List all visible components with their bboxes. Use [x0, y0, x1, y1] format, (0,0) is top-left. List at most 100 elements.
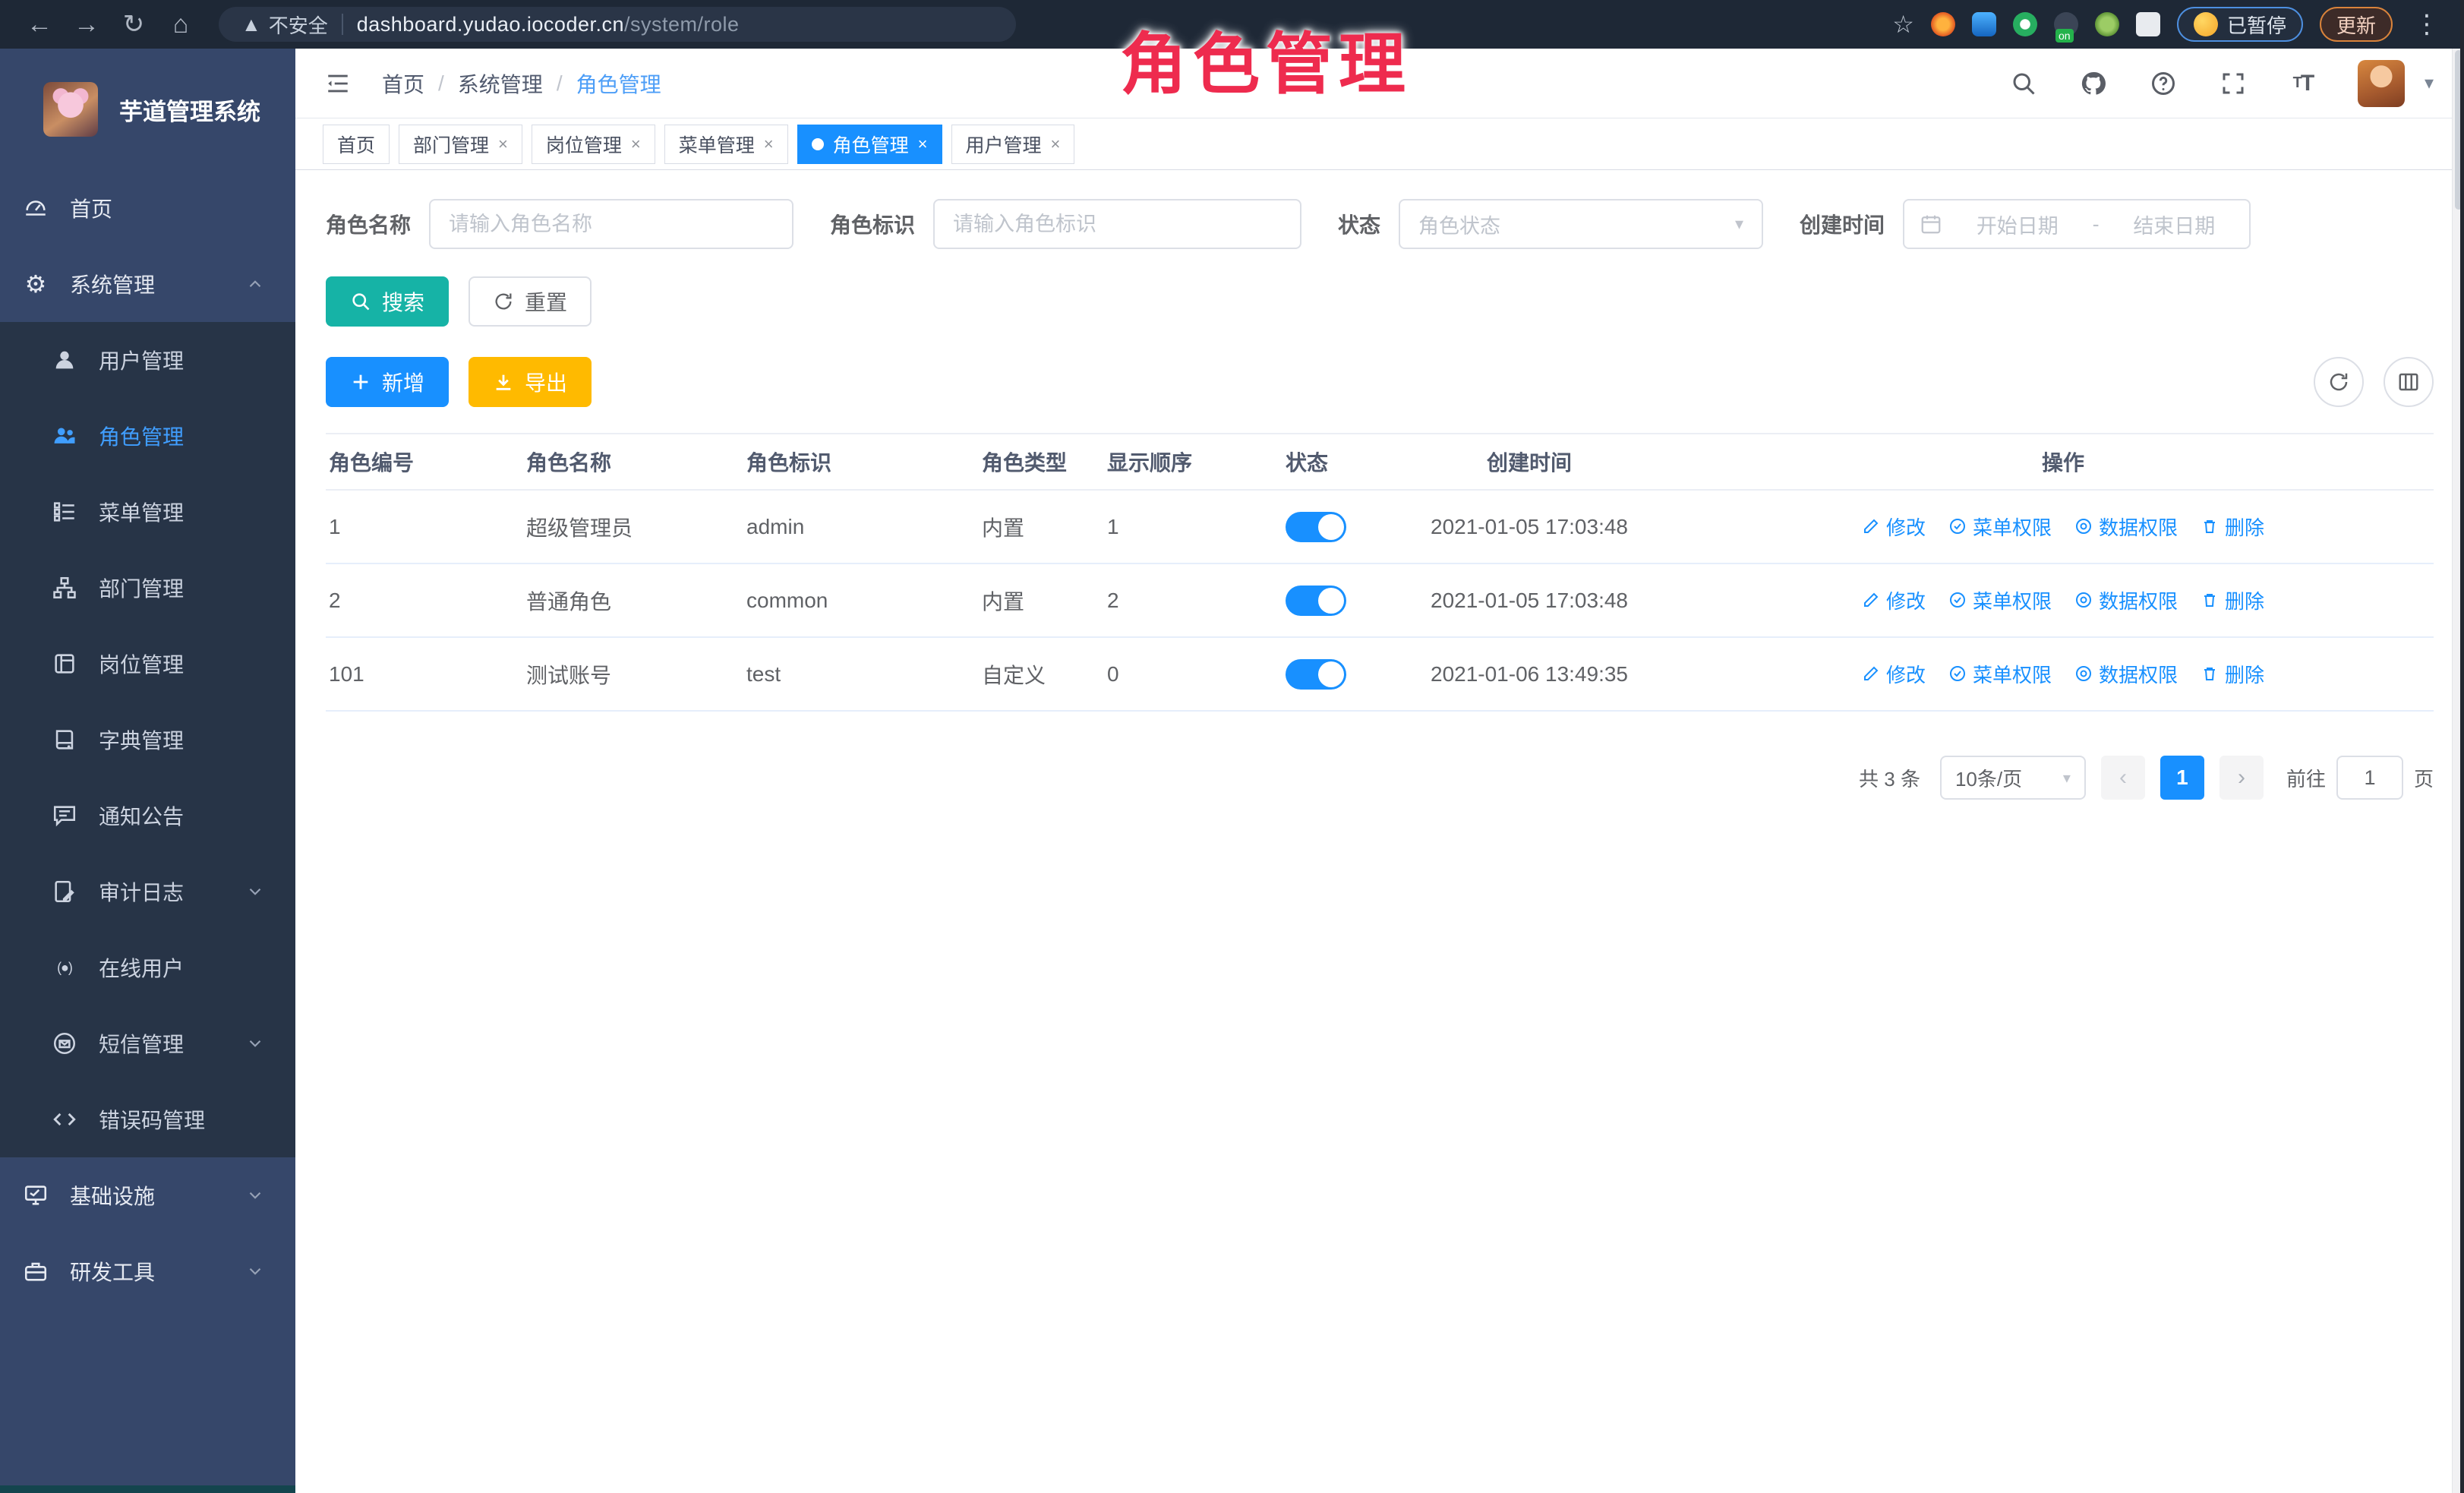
forward-arrow-icon[interactable]: → — [67, 5, 106, 44]
status-toggle[interactable] — [1286, 659, 1346, 690]
table-row: 2 普通角色 common 内置 2 2021-01-05 17:03:48 修… — [326, 563, 2434, 637]
extension-icon-badged[interactable]: on — [2054, 12, 2078, 36]
sidebar-item-online-users[interactable]: (●) 在线用户 — [0, 930, 295, 1005]
sidebar-item-menus[interactable]: 菜单管理 — [0, 474, 295, 550]
sidebar-item-devtools[interactable]: 研发工具 — [0, 1233, 295, 1309]
help-icon[interactable] — [2148, 68, 2178, 99]
tab-posts[interactable]: 岗位管理 × — [532, 125, 655, 164]
tab-menus[interactable]: 菜单管理 × — [664, 125, 788, 164]
font-size-icon[interactable]: TT — [2288, 68, 2318, 99]
prev-page-button[interactable]: ‹ — [2101, 756, 2145, 800]
sidebar-item-infrastructure[interactable]: 基础设施 — [0, 1157, 295, 1233]
col-operations: 操作 — [1693, 434, 2434, 490]
close-icon[interactable]: × — [1051, 136, 1061, 153]
chevron-down-icon — [245, 1261, 265, 1281]
sidebar-item-dictionary[interactable]: 字典管理 — [0, 702, 295, 778]
profile-paused-button[interactable]: 已暂停 — [2177, 7, 2303, 42]
col-role-key: 角色标识 — [743, 434, 979, 490]
home-icon[interactable]: ⌂ — [161, 5, 200, 44]
breadcrumb-home[interactable]: 首页 — [382, 68, 424, 99]
goto-page-input[interactable] — [2336, 756, 2403, 800]
delete-link[interactable]: 删除 — [2201, 513, 2264, 541]
screen: ← → ↻ ⌂ ▲ 不安全 dashboard.yudao.iocoder.cn… — [0, 0, 2464, 1493]
delete-link[interactable]: 删除 — [2201, 586, 2264, 614]
caret-down-icon[interactable]: ▾ — [2425, 72, 2434, 94]
sidebar-item-departments[interactable]: 部门管理 — [0, 550, 295, 626]
browser-toolbar-right: ☆ on 已暂停 更新 ⋮ — [1892, 7, 2444, 42]
data-permission-link[interactable]: 数据权限 — [2074, 513, 2178, 541]
page-number-button[interactable]: 1 — [2160, 756, 2204, 800]
avatar[interactable] — [2358, 60, 2405, 107]
menu-permission-link[interactable]: 菜单权限 — [1948, 586, 2052, 614]
status-select[interactable]: 角色状态 ▾ — [1399, 199, 1763, 249]
reset-button[interactable]: 重置 — [469, 276, 592, 327]
sidebar-item-system[interactable]: ⚙ 系统管理 — [0, 246, 295, 322]
extension-icon-blue[interactable] — [1972, 12, 1996, 36]
breadcrumb-system[interactable]: 系统管理 — [458, 68, 543, 99]
role-key-input[interactable] — [933, 199, 1301, 249]
edit-icon — [1862, 591, 1880, 609]
date-range-picker[interactable]: 开始日期 - 结束日期 — [1903, 199, 2251, 249]
sidebar-item-sms[interactable]: 短信管理 — [0, 1005, 295, 1081]
sidebar-item-label: 审计日志 — [99, 876, 226, 907]
sidebar-item-posts[interactable]: 岗位管理 — [0, 626, 295, 702]
delete-link[interactable]: 删除 — [2201, 660, 2264, 688]
extension-icon-green-check[interactable] — [2013, 12, 2037, 36]
role-name-input[interactable] — [429, 199, 793, 249]
sidebar-item-users[interactable]: 用户管理 — [0, 322, 295, 398]
tab-home[interactable]: 首页 — [323, 125, 390, 164]
search-icon[interactable] — [2008, 68, 2039, 99]
add-button[interactable]: 新增 — [326, 357, 449, 407]
edit-link[interactable]: 修改 — [1862, 660, 1926, 688]
menu-permission-link[interactable]: 菜单权限 — [1948, 660, 2052, 688]
sidebar-item-home[interactable]: 首页 — [0, 170, 295, 246]
sidebar-item-audit-log[interactable]: 审计日志 — [0, 854, 295, 930]
cell-sort: 1 — [1104, 490, 1282, 563]
refresh-button[interactable] — [2314, 357, 2364, 407]
edit-link[interactable]: 修改 — [1862, 513, 1926, 541]
close-icon[interactable]: × — [631, 136, 641, 153]
tab-roles[interactable]: 角色管理 × — [797, 125, 942, 164]
sidebar: 芋道管理系统 首页 ⚙ 系统管理 用户 — [0, 49, 295, 1493]
search-button[interactable]: 搜索 — [326, 276, 449, 327]
logo[interactable]: 芋道管理系统 — [0, 49, 295, 170]
extension-icon-white[interactable] — [2136, 12, 2160, 36]
update-button[interactable]: 更新 — [2320, 7, 2393, 42]
kebab-menu-icon[interactable]: ⋮ — [2409, 9, 2444, 39]
reload-icon[interactable]: ↻ — [114, 5, 153, 44]
status-toggle[interactable] — [1286, 512, 1346, 542]
export-button[interactable]: 导出 — [469, 357, 592, 407]
col-role-name: 角色名称 — [523, 434, 743, 490]
menu-permission-link[interactable]: 菜单权限 — [1948, 513, 2052, 541]
tab-departments[interactable]: 部门管理 × — [399, 125, 522, 164]
address-bar[interactable]: ▲ 不安全 dashboard.yudao.iocoder.cn/system/… — [219, 7, 1016, 42]
back-arrow-icon[interactable]: ← — [20, 5, 59, 44]
data-permission-link[interactable]: 数据权限 — [2074, 586, 2178, 614]
close-icon[interactable]: × — [498, 136, 508, 153]
tags-bar: 首页 部门管理 × 岗位管理 × 菜单管理 × 角色管理 × — [295, 118, 2464, 170]
chevron-down-icon — [245, 1185, 265, 1205]
sidebar-item-label: 系统管理 — [70, 269, 226, 299]
edit-link[interactable]: 修改 — [1862, 586, 1926, 614]
tab-users[interactable]: 用户管理 × — [951, 125, 1075, 164]
chevron-up-icon — [245, 274, 265, 294]
fullscreen-icon[interactable] — [2218, 68, 2248, 99]
sidebar-item-error-codes[interactable]: 错误码管理 — [0, 1081, 295, 1157]
status-toggle[interactable] — [1286, 586, 1346, 616]
hamburger-icon[interactable] — [323, 68, 356, 99]
columns-button[interactable] — [2384, 357, 2434, 407]
extension-icon-green[interactable] — [2095, 12, 2119, 36]
sidebar-item-notices[interactable]: 通知公告 — [0, 778, 295, 854]
extension-icon-orange[interactable] — [1931, 12, 1955, 36]
page-size-select[interactable]: 10条/页 ▾ — [1940, 756, 2086, 800]
github-icon[interactable] — [2078, 68, 2109, 99]
next-page-button[interactable]: › — [2219, 756, 2264, 800]
chevron-down-icon: ▾ — [2063, 769, 2071, 788]
bookmark-star-icon[interactable]: ☆ — [1892, 10, 1914, 39]
chevron-down-icon: ▾ — [1735, 214, 1743, 234]
data-permission-link[interactable]: 数据权限 — [2074, 660, 2178, 688]
menu-tree-icon — [50, 497, 79, 526]
close-icon[interactable]: × — [764, 136, 774, 153]
sidebar-item-roles[interactable]: 角色管理 — [0, 398, 295, 474]
close-icon[interactable]: × — [918, 136, 928, 153]
